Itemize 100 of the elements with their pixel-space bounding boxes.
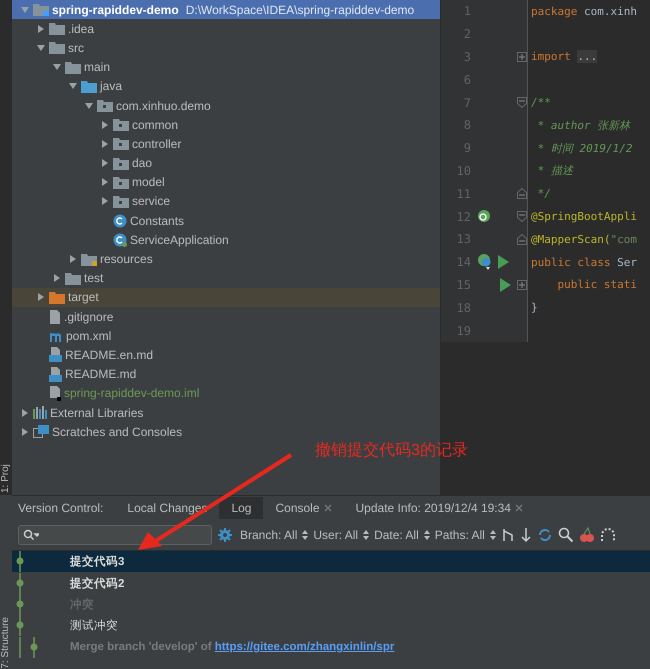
tree-item[interactable]: dao — [12, 154, 440, 173]
code-line: */ — [536, 187, 551, 200]
file-icon — [49, 310, 61, 324]
tree-item[interactable]: common — [12, 115, 440, 134]
expanded-arrow-icon[interactable] — [52, 62, 62, 72]
collapsed-arrow-icon[interactable] — [20, 426, 30, 437]
item-label: Scratches and Consoles — [52, 424, 182, 439]
filter-dropdown[interactable]: Branch: All — [240, 528, 298, 542]
fold-expand-icon[interactable] — [517, 52, 527, 62]
settings-icon[interactable] — [217, 527, 235, 543]
fold-collapse-icon[interactable] — [517, 97, 527, 108]
tree-item[interactable]: controller — [12, 134, 440, 154]
collapsed-arrow-icon[interactable] — [100, 120, 110, 130]
panel-tab[interactable]: Update Info: 2019/12/4 19:34 — [344, 497, 535, 519]
collapsed-arrow-icon[interactable] — [100, 177, 110, 188]
tree-item[interactable]: test — [12, 268, 440, 288]
filter-dropdown[interactable]: Date: All — [374, 528, 419, 542]
updown-caret-icon[interactable] — [302, 530, 308, 540]
filter-dropdown[interactable]: User: All — [313, 528, 358, 542]
item-label: java — [100, 79, 122, 94]
run-icon[interactable] — [499, 278, 511, 292]
tree-item[interactable]: main — [12, 58, 440, 77]
folder-icon — [97, 99, 113, 112]
updown-caret-icon[interactable] — [424, 530, 430, 540]
folder-icon — [49, 290, 65, 304]
commit-message[interactable]: 测试冲突 — [70, 618, 118, 634]
tree-item[interactable]: com.xinhuo.demo — [12, 96, 440, 116]
collapsed-arrow-icon[interactable] — [68, 254, 78, 264]
fold-end-icon[interactable] — [517, 188, 527, 200]
folder-icon — [81, 252, 97, 266]
dotted-arc-icon[interactable] — [600, 527, 616, 543]
search-icon — [23, 529, 39, 541]
collapsed-arrow-icon[interactable] — [36, 24, 46, 34]
cherry-icon[interactable] — [578, 527, 595, 543]
item-label: spring-rapiddev-demo.iml — [64, 386, 200, 400]
fold-collapse-icon[interactable] — [517, 211, 527, 222]
tree-item[interactable]: resources — [12, 249, 440, 269]
code-line: package com.xinh — [531, 4, 637, 18]
class-icon — [113, 214, 127, 228]
project-tool-tab[interactable]: 1: Proj — [0, 0, 11, 495]
libraries-icon — [33, 406, 47, 420]
commit-message[interactable]: 提交代码2 — [70, 576, 124, 591]
tree-item[interactable]: .gitignore — [12, 307, 440, 326]
tree-item[interactable]: README.md — [12, 364, 440, 384]
code-line: * 时间 2019/1/2 — [536, 140, 632, 156]
folder-icon — [113, 118, 129, 132]
tree-item[interactable]: Scratches and Consoles — [12, 422, 440, 442]
fold-expand-icon[interactable] — [517, 280, 527, 290]
search-icon[interactable] — [558, 527, 574, 543]
structure-tool-tab[interactable]: 7: Structure — [0, 617, 11, 669]
commit-message[interactable]: Merge branch 'develop' of https://gitee.com/zhangxinlin/spr — [70, 641, 394, 654]
folder-icon — [33, 3, 49, 16]
branch-icon[interactable] — [500, 527, 515, 543]
close-icon[interactable] — [324, 504, 332, 512]
tree-item[interactable]: java — [12, 76, 440, 96]
folder-icon — [49, 41, 65, 54]
collapsed-arrow-icon[interactable] — [20, 408, 30, 418]
collapsed-arrow-icon[interactable] — [100, 158, 110, 168]
refresh-icon[interactable] — [536, 527, 553, 543]
expanded-arrow-icon[interactable] — [84, 100, 94, 111]
item-label: spring-rapiddev-demo — [52, 2, 179, 17]
item-label: com.xinhuo.demo — [116, 98, 211, 113]
tree-item[interactable]: ServiceApplication — [12, 230, 440, 250]
panel-title: Version Control: — [18, 501, 104, 515]
collapsed-arrow-icon[interactable] — [36, 292, 46, 302]
link[interactable]: https://gitee.com/zhangxinlin/spr — [214, 641, 394, 654]
code-line: public stati — [556, 278, 637, 292]
panel-tab[interactable]: Console — [263, 497, 344, 519]
tree-item[interactable]: pom.xml — [12, 326, 440, 346]
tree-item[interactable]: src — [12, 38, 440, 58]
updown-caret-icon[interactable] — [363, 530, 370, 540]
tree-item[interactable]: target — [12, 288, 440, 307]
tree-item[interactable]: model — [12, 172, 440, 192]
folder-icon — [65, 272, 81, 285]
run-icon[interactable] — [497, 255, 509, 270]
tree-item[interactable]: spring-rapiddev-demo D:\WorkSpace\IDEA\spring-rapiddev-demo — [12, 0, 440, 20]
search-field[interactable] — [18, 525, 212, 545]
tree-item[interactable]: README.en.md — [12, 345, 440, 365]
scratches-icon — [33, 425, 49, 438]
spring-bean-icon[interactable] — [477, 208, 493, 225]
code-line: public class Ser — [531, 256, 637, 269]
collapsed-arrow-icon[interactable] — [100, 138, 110, 149]
tree-item[interactable]: Constants — [12, 211, 440, 230]
markdown-file-icon — [49, 366, 62, 382]
tree-item[interactable]: External Libraries — [12, 402, 440, 422]
updown-caret-icon[interactable] — [490, 530, 496, 540]
collapsed-arrow-icon[interactable] — [52, 273, 62, 284]
expanded-arrow-icon[interactable] — [68, 81, 78, 92]
close-icon[interactable] — [514, 504, 523, 512]
tree-item[interactable]: .idea — [12, 19, 440, 38]
collapsed-arrow-icon[interactable] — [100, 196, 110, 206]
panel-tab[interactable]: Log — [219, 497, 264, 519]
down-arrow-icon[interactable] — [520, 527, 532, 543]
annotation-text: 撤销提交代码3的记录 — [315, 443, 468, 459]
fold-end-icon[interactable] — [517, 234, 527, 245]
tree-item[interactable]: service — [12, 192, 440, 212]
filter-dropdown[interactable]: Paths: All — [434, 528, 485, 542]
expanded-arrow-icon[interactable] — [36, 42, 46, 53]
tree-item[interactable]: spring-rapiddev-demo.iml — [12, 384, 440, 403]
commit-message[interactable]: 提交代码3 — [70, 554, 124, 570]
